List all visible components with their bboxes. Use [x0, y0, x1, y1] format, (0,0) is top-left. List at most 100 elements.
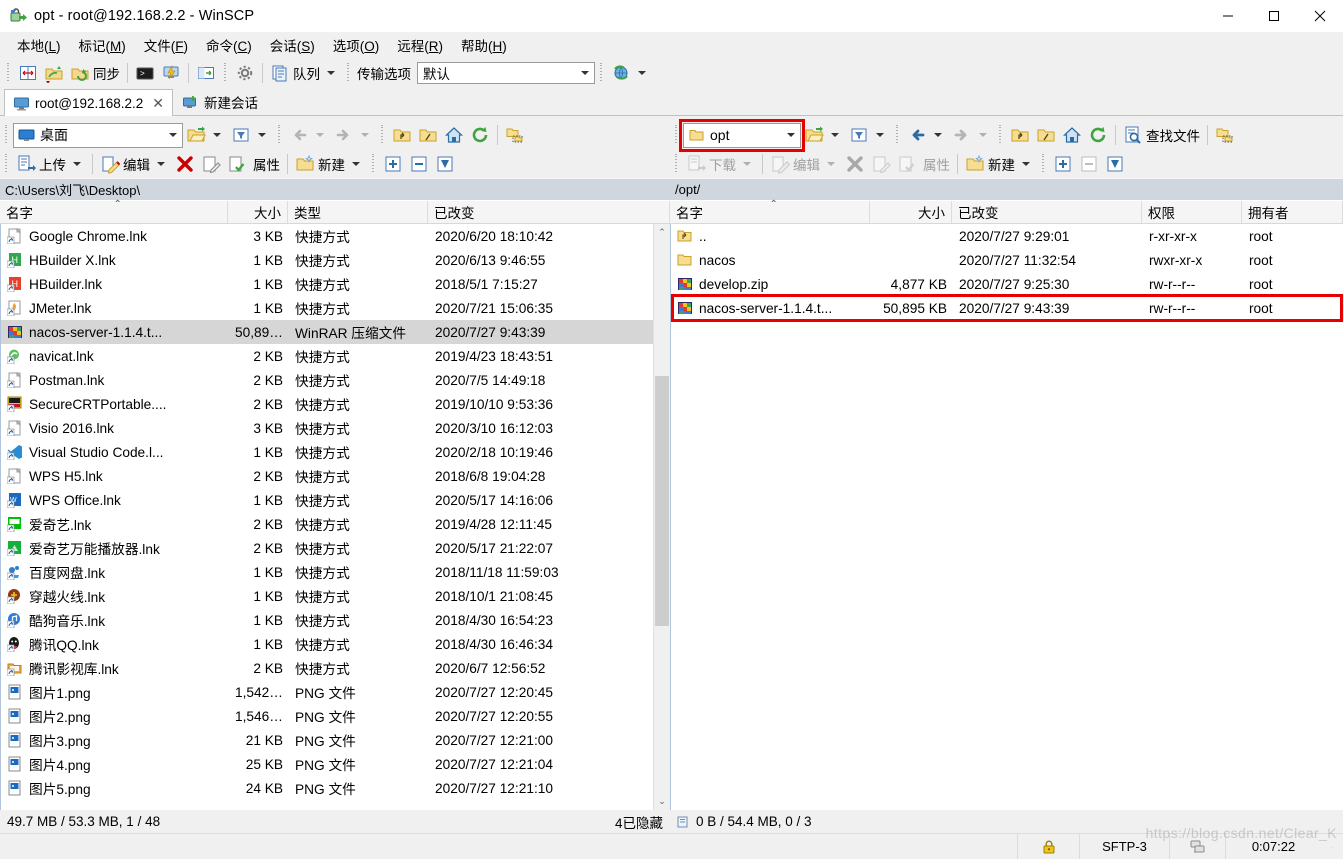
file-name-cell[interactable]: 图片2.png — [1, 706, 229, 726]
remote-root-directory-button[interactable] — [1033, 122, 1059, 148]
file-name-cell[interactable]: SecureCRTPortable.... — [1, 396, 229, 412]
table-row[interactable]: JMeter.lnk 1 KB 快捷方式 2020/7/21 15:06:35 — [1, 296, 670, 320]
remote-forward-button[interactable] — [949, 122, 994, 148]
local-file-list[interactable]: Google Chrome.lnk 3 KB 快捷方式 2020/6/20 18:10… — [0, 224, 670, 810]
file-name-cell[interactable]: nacos — [671, 252, 871, 268]
remote-header-owner[interactable]: 拥有者 — [1242, 201, 1343, 223]
chevron-down-icon[interactable] — [576, 63, 594, 83]
remote-header-changed[interactable]: 已改变 — [952, 201, 1142, 223]
table-row[interactable]: .. 2020/7/27 9:29:01 r-xr-xr-x root — [671, 224, 1343, 248]
local-path-display[interactable]: C:\Users\刘飞\Desktop\ — [0, 178, 670, 200]
remote-back-button[interactable] — [904, 122, 949, 148]
remote-invert-selection-button[interactable] — [1102, 151, 1128, 177]
chevron-down-icon[interactable] — [361, 133, 369, 137]
toolbar-grip[interactable] — [276, 125, 283, 145]
synchronize-button[interactable]: 同步 — [67, 60, 123, 86]
transfer-settings-button[interactable] — [608, 60, 653, 86]
table-row[interactable]: nacos-server-1.1.4.t... 50,895 KB WinRAR 压… — [1, 320, 670, 344]
remote-home-button[interactable] — [1059, 122, 1085, 148]
file-name-cell[interactable]: Visio 2016.lnk — [1, 420, 229, 436]
download-button[interactable]: 下载 — [683, 151, 758, 177]
chevron-down-icon[interactable] — [164, 123, 182, 147]
menu-mark[interactable]: 标记(M) — [70, 32, 135, 58]
menu-file[interactable]: 文件(F) — [135, 32, 197, 58]
local-vertical-scrollbar[interactable]: ⌃ ⌄ — [653, 224, 670, 810]
menu-options[interactable]: 选项(O) — [324, 32, 389, 58]
remote-add-bookmark-button[interactable] — [1212, 122, 1238, 148]
file-name-cell[interactable]: 图片1.png — [1, 682, 229, 702]
remote-rename-button[interactable] — [868, 151, 894, 177]
toolbar-grip[interactable] — [997, 125, 1004, 145]
file-name-cell[interactable]: W WPS Office.lnk — [1, 492, 229, 508]
toolbar-grip[interactable] — [222, 63, 229, 83]
file-name-cell[interactable]: JMeter.lnk — [1, 300, 229, 316]
menu-remote[interactable]: 远程(R) — [388, 32, 452, 58]
properties-button[interactable]: 属性 — [250, 151, 283, 177]
remote-delete-button[interactable] — [842, 151, 868, 177]
file-name-cell[interactable]: 百度网盘.lnk — [1, 562, 229, 582]
local-home-button[interactable] — [441, 122, 467, 148]
menu-local[interactable]: 本地(L) — [8, 32, 70, 58]
table-row[interactable]: Google Chrome.lnk 3 KB 快捷方式 2020/6/20 18:10… — [1, 224, 670, 248]
table-row[interactable]: 图片1.png 1,542 KB PNG 文件 2020/7/27 12:20:45 — [1, 680, 670, 704]
file-name-cell[interactable]: 爱奇艺万能播放器.lnk — [1, 538, 229, 558]
chevron-down-icon[interactable] — [157, 162, 165, 166]
synchronize-browsing-button[interactable] — [41, 60, 67, 86]
file-name-cell[interactable]: navicat.lnk — [1, 348, 229, 364]
local-refresh-button[interactable] — [467, 122, 493, 148]
table-row[interactable]: Visio 2016.lnk 3 KB 快捷方式 2020/3/10 16:12:03 — [1, 416, 670, 440]
toolbar-grip[interactable] — [1040, 154, 1047, 174]
local-header-type[interactable]: 类型 — [288, 201, 428, 223]
table-row[interactable]: 百度网盘.lnk 1 KB 快捷方式 2018/11/18 11:59:03 — [1, 560, 670, 584]
scroll-thumb[interactable] — [655, 376, 669, 626]
select-more-button[interactable] — [380, 151, 406, 177]
new-button[interactable]: 新建 — [292, 151, 367, 177]
chevron-down-icon[interactable] — [831, 133, 839, 137]
console-button[interactable]: > — [132, 60, 158, 86]
table-row[interactable]: develop.zip 4,877 KB 2020/7/27 9:25:30 rw-r… — [671, 272, 1343, 296]
move-pane-button[interactable] — [193, 60, 219, 86]
remote-select-more-button[interactable] — [1050, 151, 1076, 177]
table-row[interactable]: 图片4.png 25 KB PNG 文件 2020/7/27 12:21:04 — [1, 752, 670, 776]
table-row[interactable]: H HBuilder X.lnk 1 KB 快捷方式 2020/6/13 9:46:55 — [1, 248, 670, 272]
chevron-down-icon[interactable] — [876, 133, 884, 137]
remote-path-display[interactable]: /opt/ — [670, 178, 1343, 200]
local-add-bookmark-button[interactable] — [502, 122, 528, 148]
file-name-cell[interactable]: 穿越火线.lnk — [1, 586, 229, 606]
toolbar-grip[interactable] — [5, 63, 12, 83]
transfer-options-combo[interactable]: 默认 — [417, 62, 595, 84]
local-drive-combo[interactable]: 桌面 — [13, 122, 183, 148]
remote-new-button[interactable]: 新建 — [962, 151, 1037, 177]
chevron-down-icon[interactable] — [979, 133, 987, 137]
edit-button[interactable]: 编辑 — [97, 151, 172, 177]
local-header-changed[interactable]: 已改变 — [428, 201, 670, 223]
file-name-cell[interactable]: Visual Studio Code.l... — [1, 444, 229, 460]
chevron-down-icon[interactable] — [638, 71, 646, 75]
table-row[interactable]: 爱奇艺.lnk 2 KB 快捷方式 2019/4/28 12:11:45 — [1, 512, 670, 536]
table-row[interactable]: nacos-server-1.1.4.t... 50,895 KB 2020/7/2… — [671, 296, 1343, 320]
resize-grip-icon[interactable] — [1321, 834, 1343, 859]
local-header-name[interactable]: 名字 ⌃ — [0, 199, 228, 223]
chevron-down-icon[interactable] — [352, 162, 360, 166]
remote-path-combo[interactable]: opt — [679, 118, 805, 152]
connection-indicator[interactable] — [1169, 833, 1225, 859]
file-name-cell[interactable]: 腾讯影视库.lnk — [1, 658, 229, 678]
table-row[interactable]: 腾讯影视库.lnk 2 KB 快捷方式 2020/6/7 12:56:52 — [1, 656, 670, 680]
tab-new-session[interactable]: 新建会话 — [173, 88, 267, 115]
table-row[interactable]: Postman.lnk 2 KB 快捷方式 2020/7/5 14:49:18 — [1, 368, 670, 392]
rename-button[interactable] — [198, 151, 224, 177]
chevron-down-icon[interactable] — [258, 133, 266, 137]
remote-filter-button[interactable] — [846, 122, 891, 148]
local-forward-button[interactable] — [331, 122, 376, 148]
remote-properties-button[interactable]: 属性 — [920, 151, 953, 177]
table-row[interactable]: navicat.lnk 2 KB 快捷方式 2019/4/23 18:43:51 — [1, 344, 670, 368]
toolbar-grip[interactable] — [3, 154, 10, 174]
remote-header-rights[interactable]: 权限 — [1142, 201, 1242, 223]
file-name-cell[interactable]: Google Chrome.lnk — [1, 228, 229, 244]
remote-header-size[interactable]: 大小 — [870, 201, 952, 223]
menu-session[interactable]: 会话(S) — [261, 32, 324, 58]
toolbar-grip[interactable] — [345, 63, 352, 83]
minimize-button[interactable] — [1205, 0, 1251, 32]
file-name-cell[interactable]: 图片4.png — [1, 754, 229, 774]
table-row[interactable]: nacos 2020/7/27 11:32:54 rwxr-xr-x root — [671, 248, 1343, 272]
